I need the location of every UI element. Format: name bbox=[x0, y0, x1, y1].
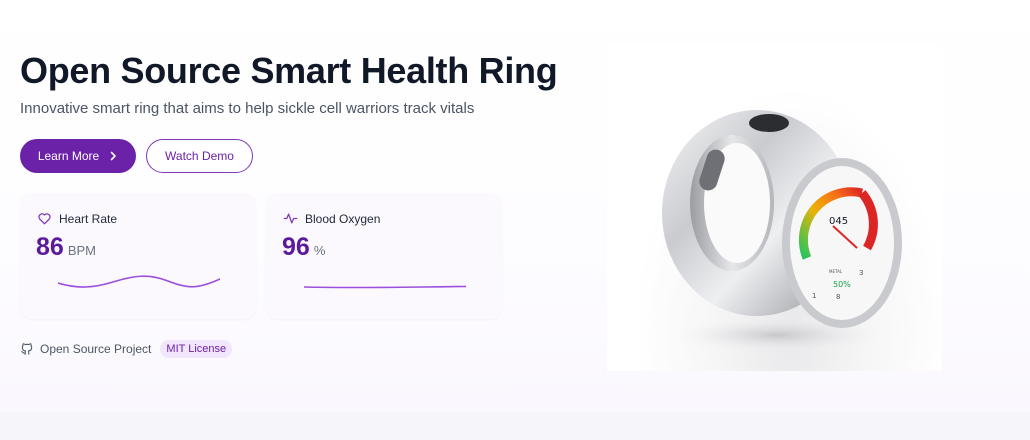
page-title: Open Source Smart Health Ring bbox=[20, 50, 558, 91]
heart-rate-label: Heart Rate bbox=[59, 211, 118, 226]
heart-rate-card: Heart Rate 86 BPM bbox=[20, 193, 256, 319]
next-section-edge bbox=[0, 412, 1030, 440]
blood-oxygen-sparkline bbox=[304, 285, 466, 289]
learn-more-label: Learn More bbox=[37, 149, 100, 163]
chevron-right-icon bbox=[110, 151, 116, 161]
ring-left-digit: 1 bbox=[812, 292, 816, 300]
page-subtitle: Innovative smart ring that aims to help … bbox=[20, 100, 475, 117]
watch-demo-button[interactable]: Watch Demo bbox=[146, 139, 253, 173]
heart-rate-sparkline bbox=[58, 275, 220, 288]
ring-small-label: METAL bbox=[829, 269, 843, 274]
blood-oxygen-label: Blood Oxygen bbox=[305, 211, 381, 226]
github-icon bbox=[21, 343, 33, 355]
smart-ring-illustration: 045 METAL 50% 1 8 3 bbox=[657, 110, 902, 355]
heart-rate-value: 86 bbox=[36, 233, 64, 261]
learn-more-button[interactable]: Learn More bbox=[20, 139, 136, 173]
open-source-label: Open Source Project bbox=[40, 342, 152, 356]
ring-reading: 045 bbox=[829, 216, 848, 227]
heart-rate-value-row: 86 BPM bbox=[36, 233, 96, 262]
heart-icon bbox=[38, 213, 51, 225]
blood-oxygen-card: Blood Oxygen 96 % bbox=[266, 193, 502, 319]
ring-right-digit: 3 bbox=[859, 269, 863, 277]
blood-oxygen-value: 96 bbox=[282, 233, 310, 261]
blood-oxygen-value-row: 96 % bbox=[282, 233, 325, 262]
activity-icon bbox=[283, 213, 298, 224]
blood-oxygen-unit: % bbox=[313, 243, 326, 258]
heart-rate-header: Heart Rate bbox=[37, 211, 117, 226]
product-image: 045 METAL 50% 1 8 3 bbox=[607, 43, 942, 371]
ring-percent: 50% bbox=[833, 280, 851, 289]
watch-demo-label: Watch Demo bbox=[165, 149, 234, 163]
blood-oxygen-header: Blood Oxygen bbox=[283, 211, 380, 226]
ring-mid-digit: 8 bbox=[836, 293, 840, 301]
open-source-row: Open Source Project MIT License bbox=[20, 340, 233, 358]
heart-rate-unit: BPM bbox=[67, 243, 96, 258]
license-badge: MIT License bbox=[160, 340, 233, 358]
